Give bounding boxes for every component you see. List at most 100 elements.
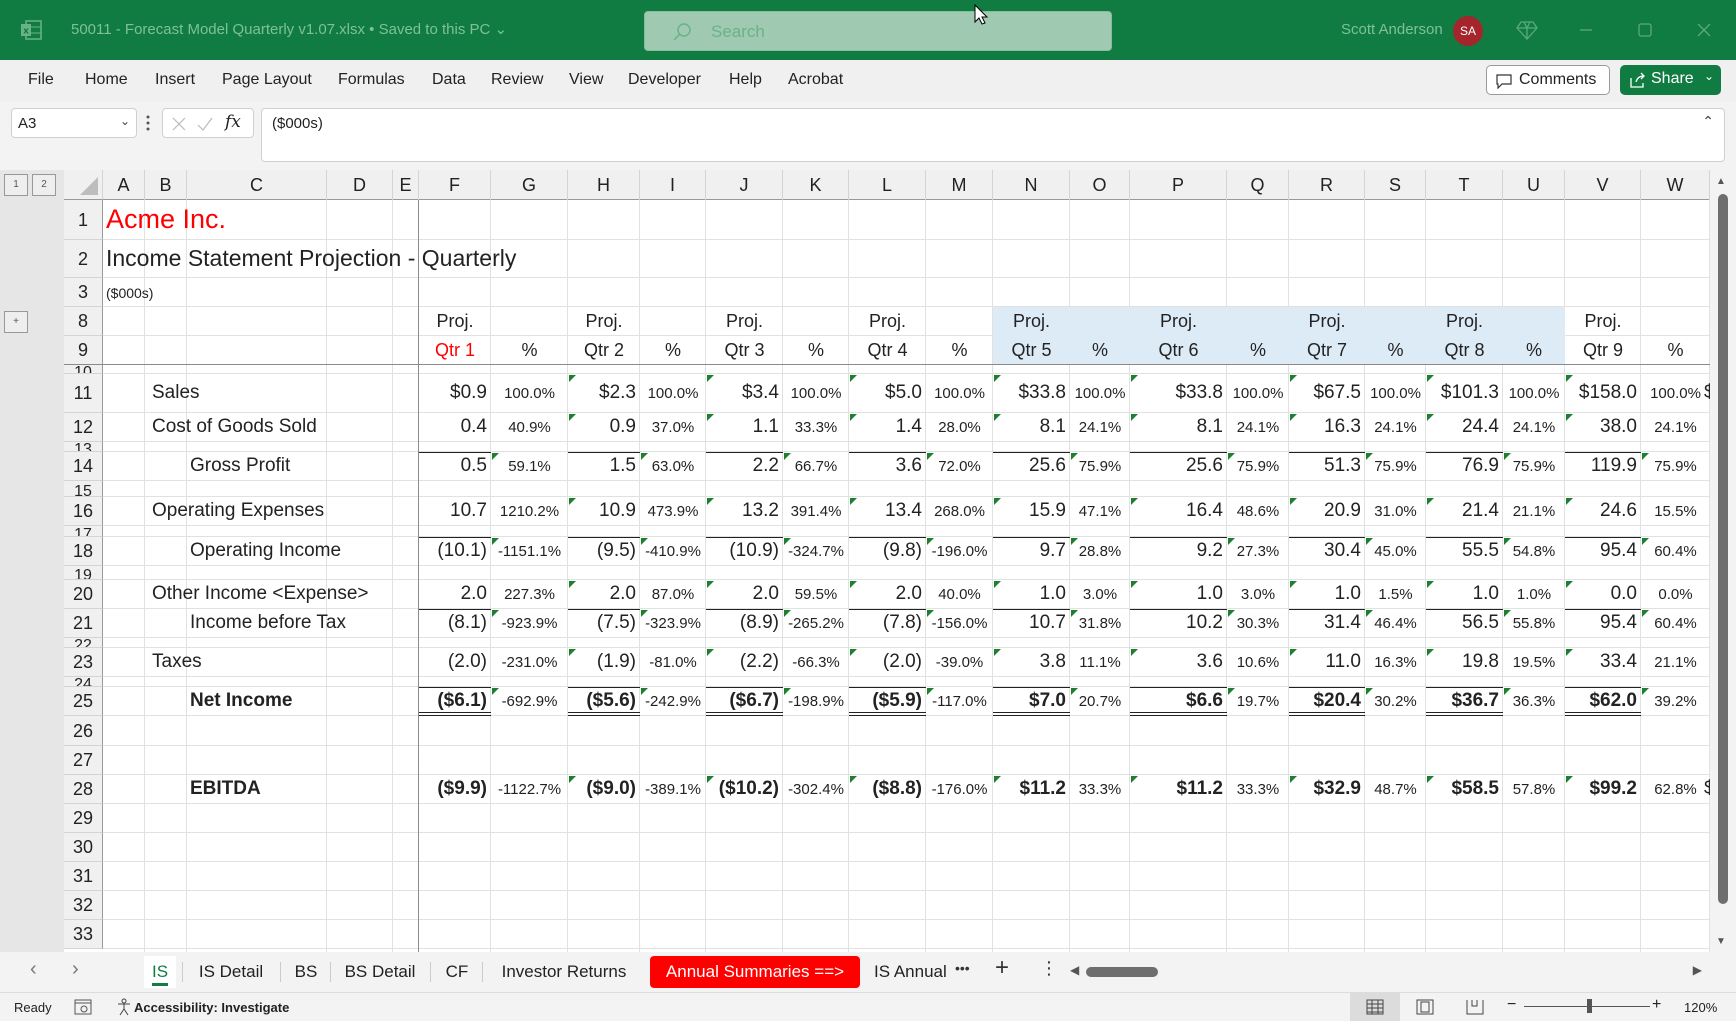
percent-cell[interactable]: 63.0% [640,458,706,475]
error-indicator-icon[interactable] [1290,776,1297,783]
value-cell[interactable]: $62.0 [1565,690,1637,712]
horizontal-scrollbar[interactable]: ◀ ▶ [1068,960,1710,984]
percent-cell[interactable]: 39.2% [1641,693,1710,710]
error-indicator-icon[interactable] [1290,375,1297,382]
percent-cell[interactable]: 33.3% [1227,781,1289,798]
value-cell[interactable]: 0.0 [1565,583,1637,605]
column-header-r[interactable]: R [1289,170,1365,200]
column-header-s[interactable]: S [1365,170,1426,200]
error-indicator-icon[interactable] [1427,776,1434,783]
percent-cell[interactable]: 27.3% [1227,543,1289,560]
error-indicator-icon[interactable] [569,776,576,783]
error-indicator-icon[interactable] [850,375,857,382]
value-cell[interactable]: 1.0 [1130,583,1223,605]
percent-cell[interactable]: 19.5% [1503,654,1565,671]
value-cell[interactable]: 95.4 [1565,612,1637,634]
value-cell[interactable]: $0.9 [419,382,487,404]
error-indicator-icon[interactable] [850,581,857,588]
row-header-12[interactable]: 12 [64,413,103,442]
name-box[interactable]: A3 ⌄ [11,108,137,138]
percent-cell[interactable]: 87.0% [640,586,706,603]
column-header-v[interactable]: V [1565,170,1641,200]
tab-bs[interactable]: BS [288,956,324,988]
error-indicator-icon[interactable] [994,498,1001,505]
percent-cell[interactable]: 48.7% [1365,781,1426,798]
menu-review[interactable]: Review [491,71,543,89]
value-cell[interactable]: $20.4 [1289,690,1361,712]
row-header-33[interactable]: 33 [64,920,103,949]
value-cell[interactable]: 20.9 [1289,500,1361,522]
row-header-18[interactable]: 18 [64,537,103,566]
error-indicator-icon[interactable] [492,688,499,695]
menu-home[interactable]: Home [85,71,128,89]
row-header-29[interactable]: 29 [64,804,103,833]
row-header-3[interactable]: 3 [64,278,103,307]
error-indicator-icon[interactable] [1131,776,1138,783]
error-indicator-icon[interactable] [1290,649,1297,656]
error-indicator-icon[interactable] [1366,538,1373,545]
error-indicator-icon[interactable] [641,453,648,460]
column-header-h[interactable]: H [568,170,640,200]
error-indicator-icon[interactable] [707,375,714,382]
row-header-14[interactable]: 14 [64,452,103,481]
column-header-c[interactable]: C [187,170,327,200]
value-cell[interactable]: 25.6 [993,455,1066,477]
column-header-q[interactable]: Q [1227,170,1289,200]
normal-view-button[interactable] [1350,993,1400,1021]
value-cell[interactable]: 21.4 [1426,500,1499,522]
percent-cell[interactable]: -231.0% [491,654,568,671]
value-cell[interactable]: 2.0 [419,583,487,605]
column-header-i[interactable]: I [640,170,706,200]
percent-cell[interactable]: -923.9% [491,615,568,632]
row-header-30[interactable]: 30 [64,833,103,862]
column-header-a[interactable]: A [103,170,145,200]
error-indicator-icon[interactable] [1290,414,1297,421]
scroll-up-icon[interactable]: ▲ [1716,176,1726,187]
value-cell[interactable]: 0.4 [419,416,487,438]
error-indicator-icon[interactable] [850,649,857,656]
value-cell[interactable]: 3.8 [993,651,1066,673]
value-cell[interactable]: $6.6 [1130,690,1223,712]
error-indicator-icon[interactable] [1427,375,1434,382]
column-header-m[interactable]: M [926,170,993,200]
percent-cell[interactable]: -176.0% [926,781,993,798]
error-indicator-icon[interactable] [1504,688,1511,695]
value-cell[interactable]: 24.6 [1565,500,1637,522]
percent-cell[interactable]: 75.9% [1227,458,1289,475]
value-cell[interactable]: ($5.6) [568,690,636,712]
menu-help[interactable]: Help [729,71,762,89]
percent-cell[interactable]: 33.3% [783,419,849,436]
workbook-statistics-icon[interactable] [74,999,92,1015]
column-header-p[interactable]: P [1130,170,1227,200]
value-cell[interactable]: (8.1) [419,612,487,634]
percent-cell[interactable]: 227.3% [491,586,568,603]
value-cell[interactable]: (2.0) [849,651,922,673]
percent-cell[interactable]: -39.0% [926,654,993,671]
tab-annual-summaries[interactable]: Annual Summaries ==> [650,956,860,988]
error-indicator-icon[interactable] [784,453,791,460]
value-cell[interactable]: ($10.2) [706,778,779,800]
value-cell[interactable]: 0.5 [419,455,487,477]
scroll-down-icon[interactable]: ▼ [1716,936,1726,947]
value-cell[interactable]: 16.3 [1289,416,1361,438]
percent-cell[interactable]: 24.1% [1503,419,1565,436]
error-indicator-icon[interactable] [850,498,857,505]
percent-cell[interactable]: 46.4% [1365,615,1426,632]
value-cell[interactable]: 1.0 [1289,583,1361,605]
value-cell[interactable]: $32.9 [1289,778,1361,800]
percent-cell[interactable]: 0.0% [1641,586,1710,603]
percent-cell[interactable]: 30.2% [1365,693,1426,710]
error-indicator-icon[interactable] [1071,453,1078,460]
value-cell[interactable]: ($6.1) [419,690,487,712]
menu-data[interactable]: Data [432,71,466,89]
tab-options-icon[interactable]: ⋮ [1040,958,1058,979]
comments-button[interactable]: Comments [1486,65,1610,95]
share-button[interactable]: Share ⌄ [1620,65,1721,95]
percent-cell[interactable]: 75.9% [1641,458,1710,475]
percent-cell[interactable]: 100.0% [783,385,849,402]
value-cell[interactable]: 1.5 [568,455,636,477]
error-indicator-icon[interactable] [1642,610,1649,617]
value-cell[interactable]: (8.9) [706,612,779,634]
value-cell[interactable]: ($9.0) [568,778,636,800]
menu-formulas[interactable]: Formulas [338,71,405,89]
